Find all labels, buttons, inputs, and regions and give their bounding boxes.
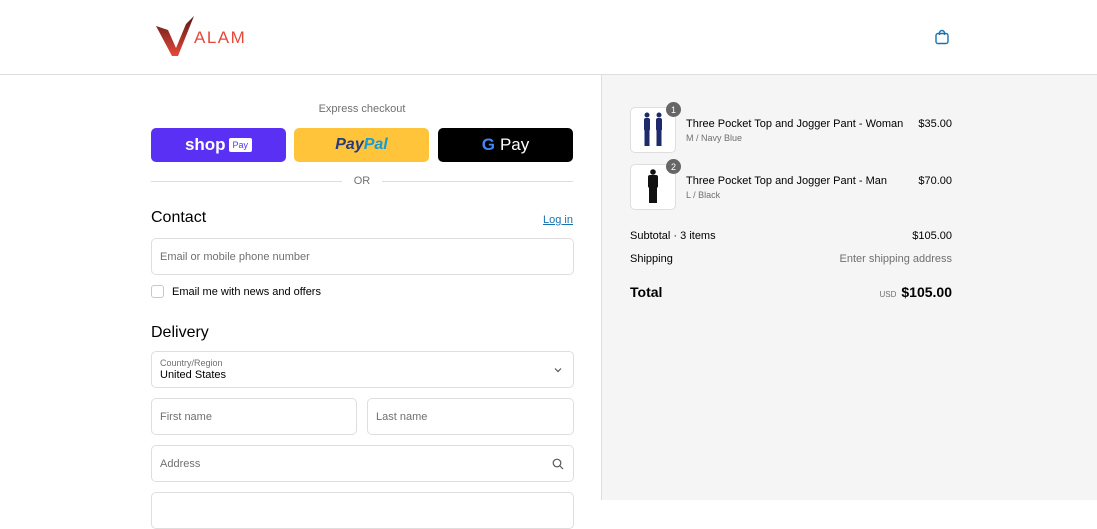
header: ALAM (0, 0, 1097, 75)
shipping-value: Enter shipping address (839, 253, 952, 265)
line-item: 1 Three Pocket Top and Jogger Pant - Wom… (630, 102, 952, 153)
currency: USD (879, 290, 897, 299)
shipping-row: Shipping Enter shipping address (630, 253, 952, 265)
shipping-label: Shipping (630, 253, 673, 265)
shopping-bag-icon[interactable] (934, 29, 950, 45)
country-value: United States (160, 369, 227, 381)
item-variant: M / Navy Blue (686, 133, 743, 143)
quantity-badge: 1 (666, 102, 681, 117)
paypal-button[interactable]: Pay Pal (294, 128, 429, 162)
last-name-field[interactable]: Last name (367, 398, 574, 435)
total-label: Total (630, 284, 663, 300)
logo-v-icon (156, 16, 194, 56)
paypal-logo-b: Pal (363, 136, 388, 153)
shop-pay-button[interactable]: shop Pay (151, 128, 286, 162)
subtotal-value: $105.00 (912, 230, 952, 242)
order-summary: 1 Three Pocket Top and Jogger Pant - Wom… (601, 75, 1097, 500)
first-name-placeholder: First name (160, 410, 212, 423)
first-name-field[interactable]: First name (151, 398, 357, 435)
newsletter-checkbox[interactable]: Email me with news and offers (151, 285, 321, 298)
last-name-placeholder: Last name (376, 410, 428, 423)
item-name: Three Pocket Top and Jogger Pant - Man (686, 175, 887, 187)
shop-pay-tag: Pay (228, 138, 253, 152)
item-variant: L / Black (686, 190, 721, 200)
checkbox-box[interactable] (151, 285, 164, 298)
search-icon[interactable] (552, 458, 564, 470)
login-link[interactable]: Log in (543, 214, 573, 226)
additional-field[interactable] (151, 492, 574, 529)
or-text: OR (353, 175, 371, 187)
or-divider: OR (151, 175, 573, 187)
total-value: $105.00 (901, 284, 952, 300)
checkout-form: Express checkout shop Pay Pay Pal G Pay OR … (0, 75, 601, 529)
address-placeholder: Address (160, 457, 201, 470)
google-pay-button[interactable]: G Pay (438, 128, 573, 162)
newsletter-label: Email me with news and offers (172, 285, 321, 298)
item-name: Three Pocket Top and Jogger Pant - Woman (686, 118, 904, 130)
google-pay-label: Pay (499, 135, 530, 154)
item-price: $35.00 (918, 118, 952, 130)
delivery-heading: Delivery (151, 324, 209, 341)
country-label: Country/Region (160, 358, 223, 368)
item-price: $70.00 (918, 175, 952, 187)
google-g-icon: G (481, 135, 495, 154)
line-item: 2 Three Pocket Top and Jogger Pant - Man… (630, 159, 952, 210)
country-select[interactable]: Country/Region United States (151, 351, 574, 388)
email-field[interactable]: Email or mobile phone number (151, 238, 574, 275)
contact-heading: Contact (151, 209, 207, 226)
subtotal-row: Subtotal · 3 items $105.00 (630, 230, 952, 242)
paypal-logo-a: Pay (335, 136, 364, 153)
subtotal-label: Subtotal · 3 items (630, 230, 716, 242)
address-field[interactable]: Address (151, 445, 574, 482)
brand-logo[interactable]: ALAM (156, 16, 246, 58)
email-placeholder: Email or mobile phone number (160, 250, 310, 263)
total-row: Total USD $105.00 (630, 284, 952, 300)
chevron-down-icon (554, 368, 562, 373)
shop-pay-logo: shop (184, 135, 226, 154)
quantity-badge: 2 (666, 159, 681, 174)
express-checkout-label: Express checkout (318, 103, 406, 115)
brand-name: ALAM (194, 28, 247, 47)
